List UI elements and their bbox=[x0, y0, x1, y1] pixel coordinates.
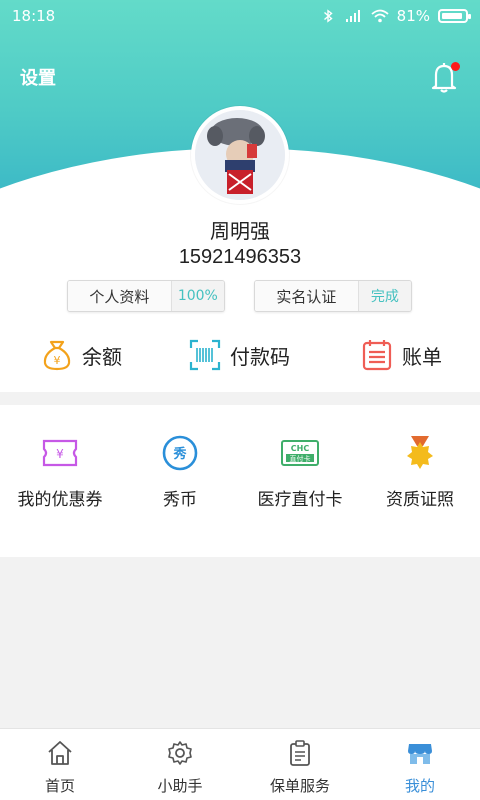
coin-label: 秀币 bbox=[163, 490, 197, 510]
profile-completion-pill[interactable]: 个人资料 100% bbox=[67, 280, 225, 312]
card-icon: CHC 直付卡 bbox=[281, 440, 319, 466]
user-phone: 15921496353 bbox=[178, 246, 302, 268]
card-top-text: CHC bbox=[291, 444, 310, 453]
wifi-icon bbox=[371, 9, 389, 23]
profile-pill-value: 100% bbox=[170, 281, 224, 311]
balance-button[interactable]: ¥ 余额 bbox=[40, 330, 122, 380]
tab-home-label: 首页 bbox=[44, 777, 75, 795]
svg-text:¥: ¥ bbox=[56, 447, 64, 461]
tab-mine[interactable]: 我的 bbox=[360, 729, 480, 800]
profile-pill-label: 个人资料 bbox=[68, 281, 171, 311]
verify-pill-value: 完成 bbox=[357, 281, 411, 311]
medical-card-label: 医疗直付卡 bbox=[257, 490, 343, 510]
bill-label: 账单 bbox=[402, 344, 442, 369]
gear-icon bbox=[168, 741, 192, 765]
payment-code-label: 付款码 bbox=[230, 344, 290, 369]
status-time: 18:18 bbox=[12, 7, 56, 25]
qualification-label: 资质证照 bbox=[386, 490, 454, 510]
show-coin-button[interactable]: 秀 秀币 bbox=[120, 433, 240, 510]
settings-button[interactable]: 设置 bbox=[20, 64, 56, 90]
user-name: 周明强 bbox=[210, 219, 270, 243]
bill-button[interactable]: 账单 bbox=[360, 330, 442, 380]
coin-icon: 秀 bbox=[162, 435, 198, 471]
coupon-icon: ¥ bbox=[42, 439, 78, 467]
coupon-button[interactable]: ¥ 我的优惠券 bbox=[0, 433, 120, 510]
notification-button[interactable] bbox=[428, 60, 460, 94]
medal-icon bbox=[407, 436, 433, 469]
tab-policy-service[interactable]: 保单服务 bbox=[240, 729, 360, 800]
tab-home[interactable]: 首页 bbox=[0, 729, 120, 800]
coin-badge: 秀 bbox=[172, 446, 187, 462]
battery-percent: 81% bbox=[396, 7, 430, 25]
tab-assistant-label: 小助手 bbox=[157, 777, 203, 795]
signal-icon bbox=[345, 10, 360, 22]
home-icon bbox=[48, 741, 72, 765]
bill-icon bbox=[362, 340, 392, 371]
barcode-scan-icon bbox=[189, 339, 221, 371]
status-bar: 18:18 81% bbox=[0, 0, 480, 32]
bottom-tab-bar: 首页 小助手 保单服务 我的 bbox=[0, 728, 480, 800]
payment-code-button[interactable]: 付款码 bbox=[188, 330, 290, 380]
avatar-photo bbox=[195, 110, 285, 200]
avatar[interactable] bbox=[191, 106, 289, 204]
verify-pill-label: 实名认证 bbox=[255, 281, 358, 311]
real-name-verify-pill[interactable]: 实名认证 完成 bbox=[254, 280, 412, 312]
bluetooth-icon bbox=[323, 9, 333, 23]
money-bag-icon: ¥ bbox=[43, 340, 71, 371]
svg-text:¥: ¥ bbox=[54, 354, 61, 367]
tab-mine-label: 我的 bbox=[404, 777, 435, 795]
balance-label: 余额 bbox=[82, 344, 122, 369]
services-panel: ¥ 我的优惠券 秀 秀币 CHC 直付卡 医疗直付卡 资质证照 bbox=[0, 405, 480, 557]
tab-policy-label: 保单服务 bbox=[269, 777, 330, 795]
battery-icon bbox=[438, 9, 471, 23]
medical-card-button[interactable]: CHC 直付卡 医疗直付卡 bbox=[240, 433, 360, 510]
card-bottom-text: 直付卡 bbox=[290, 454, 311, 463]
coupon-label: 我的优惠券 bbox=[17, 490, 103, 510]
notification-dot bbox=[451, 62, 460, 71]
store-icon bbox=[408, 744, 432, 764]
clipboard-icon bbox=[290, 740, 310, 766]
qualification-button[interactable]: 资质证照 bbox=[360, 433, 480, 510]
tab-assistant[interactable]: 小助手 bbox=[120, 729, 240, 800]
